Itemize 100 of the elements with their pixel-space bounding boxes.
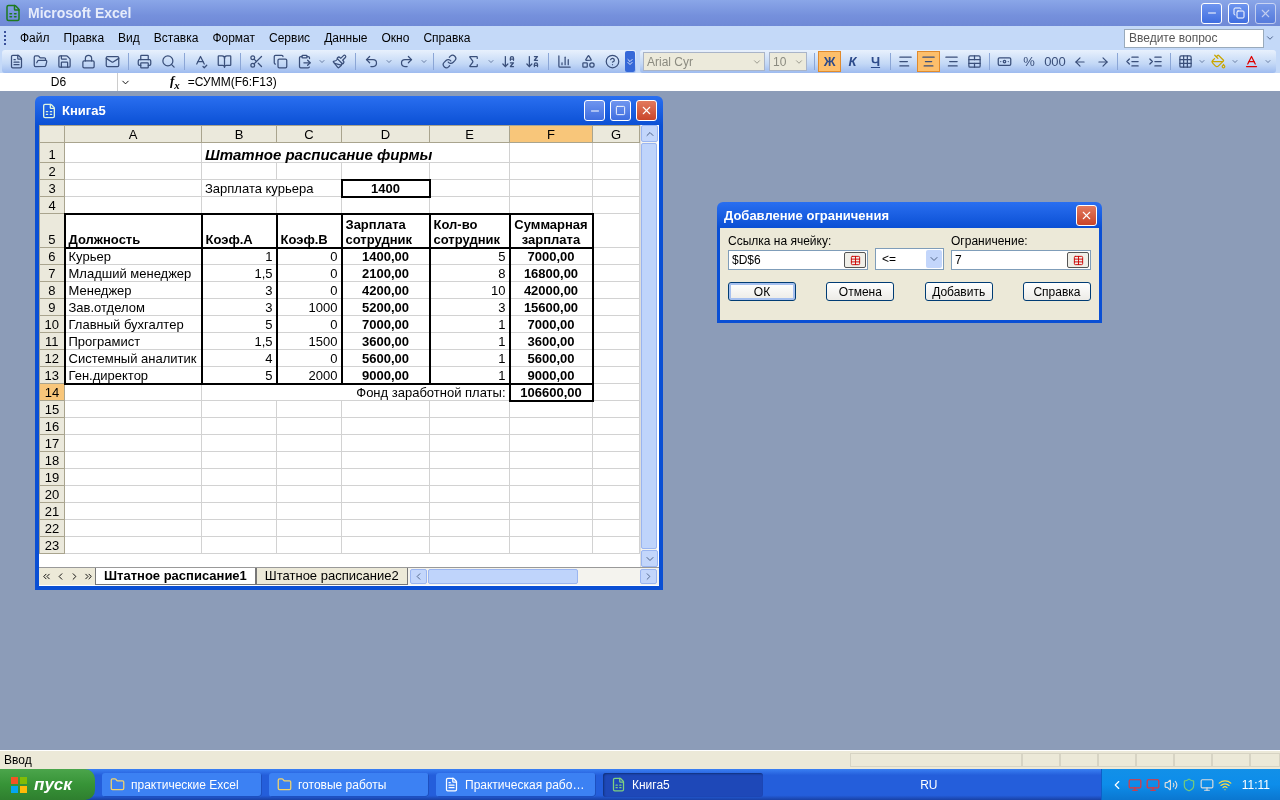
number-format-button[interactable]: 000 [1042,51,1068,72]
table-cell: 2000 [276,366,342,384]
table-cell: 5600,00 [341,349,430,367]
table-cell: Коэф.А [201,213,277,248]
menu-item[interactable]: Окно [374,28,417,48]
column-header[interactable]: F [509,125,593,143]
table-cell: 1 [429,332,510,350]
table-cell: 5200,00 [341,298,430,316]
table-cell: 4 [201,349,277,367]
number-format-button[interactable]: % [1016,51,1042,72]
table-cell: 3 [201,281,277,299]
table-cell: Курьер [64,247,202,265]
table-cell: 0 [276,281,342,299]
table-cell: 3 [429,298,510,316]
table-cell: 5 [201,366,277,384]
column-header[interactable]: G [592,125,640,143]
table-cell: 2100,00 [341,264,430,282]
row-header[interactable]: 1 [39,142,65,163]
help-search-field[interactable]: Введите вопрос [1124,28,1264,48]
table-cell: Младший менеджер [64,264,202,282]
sheet-tab[interactable]: Штатное расписание2 [255,567,408,585]
table-cell: Зав.отделом [64,298,202,316]
table-cell: 10 [429,281,510,299]
table-cell: Зарплата сотрудник [341,213,430,248]
table-cell: 1400,00 [341,247,430,265]
menu-item[interactable]: Справка [416,28,478,48]
table-cell: Менеджер [64,281,202,299]
menu-item[interactable]: Сервис [262,28,318,48]
table-cell: 1500 [276,332,342,350]
table-cell: 0 [276,315,342,333]
operator-dropdown[interactable]: <= [875,248,944,270]
field-label: Ссылка на ячейку: [728,234,833,248]
table-cell: 0 [276,349,342,367]
table-cell: 1,5 [201,264,277,282]
function-button[interactable]: f$_{x}$ [170,73,180,91]
table-cell: 3 [201,298,277,316]
table-cell: 3600,00 [341,332,430,350]
name-box[interactable]: D6 [0,73,118,91]
taskbar-button[interactable]: Книга5 [603,772,763,797]
dialog-title: Добавление ограничения [724,207,890,223]
table-cell: 7000,00 [341,315,430,333]
format-button[interactable]: К [841,51,864,72]
column-header[interactable]: B [201,125,277,143]
status-text: Ввод [4,753,33,767]
menu-item[interactable]: Правка [56,28,112,48]
sheet-tab[interactable]: Штатное расписание1 [95,567,256,585]
table-cell: 0 [276,247,342,265]
table-cell: 0 [276,264,342,282]
column-header[interactable]: E [429,125,510,143]
column-header[interactable]: A [64,125,202,143]
taskbar-button[interactable]: практические Excel [102,772,262,797]
table-cell: Штатное расписание фирмы [201,142,510,163]
table-cell: 1,5 [201,332,277,350]
window-title: Книга5 [62,103,107,118]
row-header[interactable]: 5 [39,213,65,248]
menu-item[interactable]: Формат [205,28,263,48]
table-cell: Суммарная зарплата [509,213,593,248]
table-cell: 1 [201,247,277,265]
format-button[interactable]: Ч [864,51,887,72]
table-cell: 106600,00 [509,383,593,401]
table-cell: 5600,00 [509,349,593,367]
taskbar-button[interactable]: готовые работы [269,772,429,797]
table-cell: Кол-во сотрудник [429,213,510,248]
menu-item[interactable]: Вид [111,28,147,48]
table-cell: 15600,00 [509,298,593,316]
column-header[interactable]: C [276,125,342,143]
format-button[interactable]: Ж [818,51,841,72]
dialog-button[interactable]: ОК [728,282,796,301]
menu-item[interactable]: Файл [13,28,57,48]
field-label: Ограничение: [951,234,1029,248]
dialog-button[interactable]: Добавить [924,282,993,301]
table-cell: 9000,00 [341,366,430,384]
table-cell: Главный бухгалтер [64,315,202,333]
menu-item[interactable]: Вставка [146,28,206,48]
dialog-button[interactable]: Отмена [826,282,895,301]
table-cell: Ген.директор [64,366,202,384]
column-header[interactable]: D [341,125,430,143]
table-cell: 5 [429,247,510,265]
table-cell: 5 [201,315,277,333]
window-title: Microsoft Excel [28,5,133,21]
table-cell: 4200,00 [341,281,430,299]
table-cell: 16800,00 [509,264,593,282]
table-cell: Системный аналитик [64,349,202,367]
table-cell: 42000,00 [509,281,593,299]
menu-item[interactable]: Данные [317,28,375,48]
table-cell: 3600,00 [509,332,593,350]
table-cell: 1 [429,315,510,333]
taskbar-button[interactable]: Практическая рабо… [436,772,596,797]
formula-field[interactable]: =СУММ(F6:F13) [185,75,277,89]
clock: 11:11 [1241,777,1270,792]
table-cell: 7000,00 [509,247,593,265]
table-cell: 1400 [341,179,430,197]
table-cell: Коэф.В [276,213,342,248]
start-button[interactable]: пуск [0,769,95,800]
language-indicator[interactable]: RU [920,777,938,792]
table-cell: 1000 [276,298,342,316]
table-cell: Должность [64,213,202,248]
table-cell: 8 [429,264,510,282]
table-cell: 7000,00 [509,315,593,333]
dialog-button[interactable]: Справка [1023,282,1091,301]
